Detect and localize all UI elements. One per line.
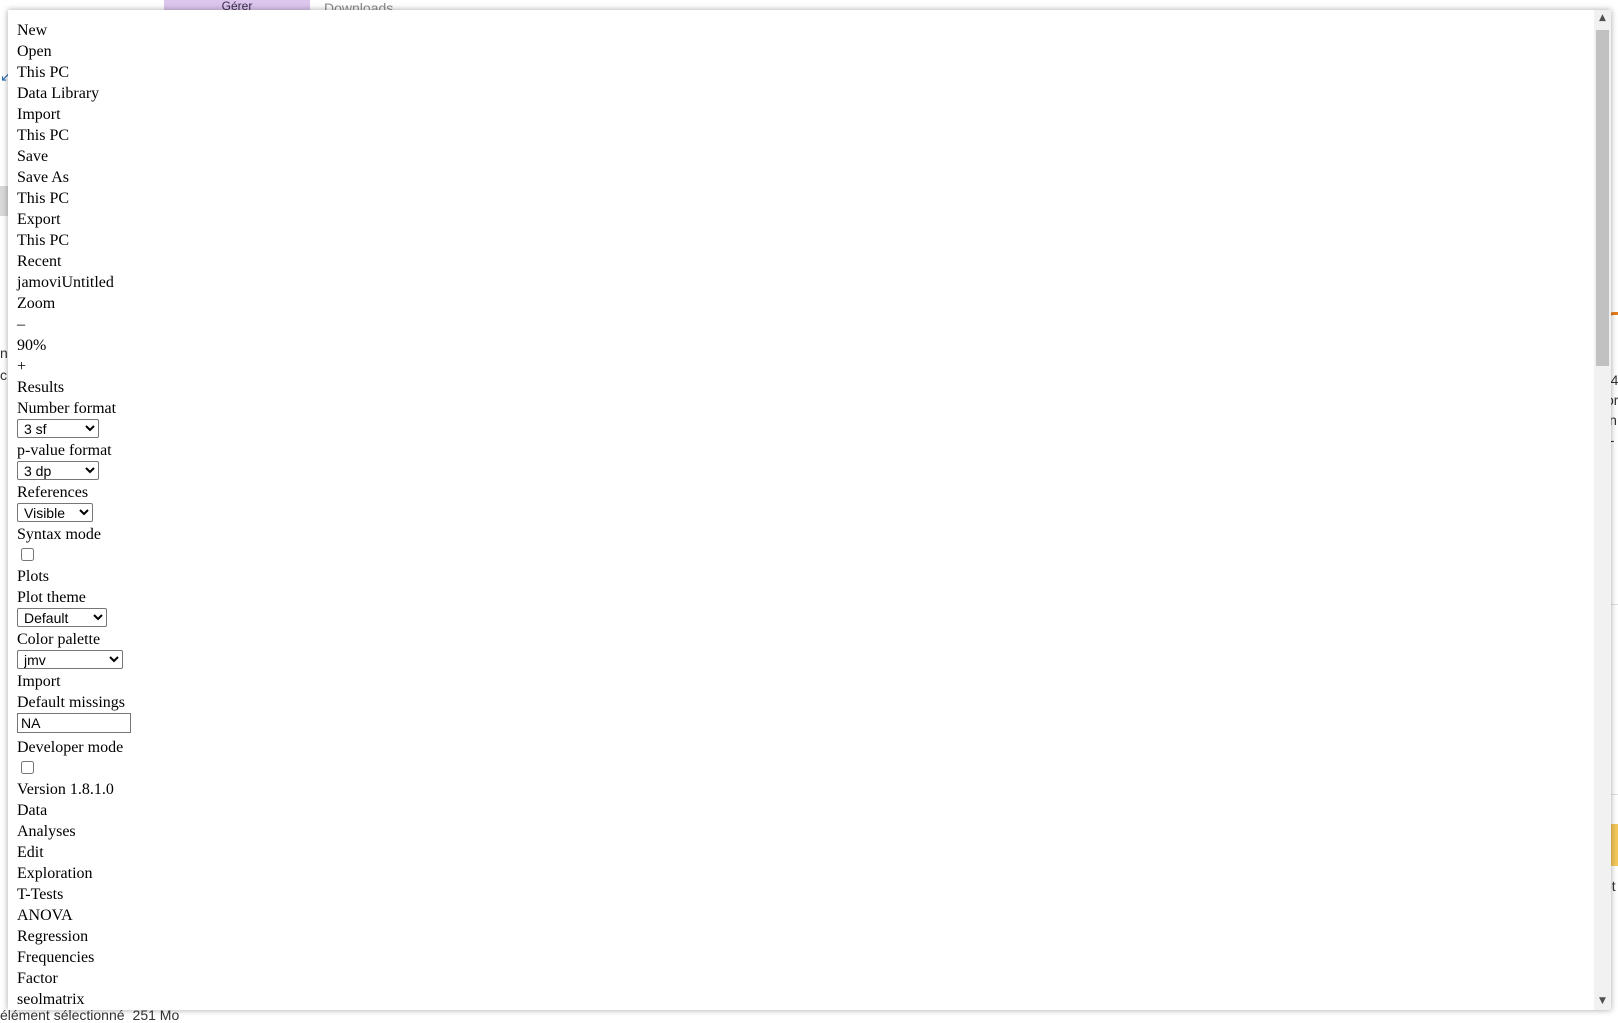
import-heading: Import xyxy=(17,673,61,690)
scroll-down-icon[interactable]: ▼ xyxy=(1594,993,1611,1010)
references-row: Visible xyxy=(17,503,1577,524)
default-missings-input[interactable] xyxy=(17,713,131,733)
zoom-value: 90% xyxy=(17,337,47,354)
pvalue-format-label: p-value format xyxy=(17,442,112,459)
version-text: Version 1.8.1.0 xyxy=(17,781,114,798)
plot-theme-label: Plot theme xyxy=(17,589,86,606)
menu-new[interactable]: New xyxy=(17,20,1577,41)
number-format-select[interactable]: 3 sf xyxy=(17,419,99,438)
popup-content: New Open This PC Data Library Import Thi… xyxy=(17,20,1577,1010)
plots-heading: Plots xyxy=(17,568,50,585)
menu-import-this-pc[interactable]: This PC xyxy=(17,125,1577,146)
syntax-mode-checkbox[interactable] xyxy=(21,548,34,561)
color-palette-row: jmv xyxy=(17,650,1577,671)
menu-open-data-library[interactable]: Data Library xyxy=(17,83,1577,104)
menu-save[interactable]: Save xyxy=(17,146,1577,167)
analysis-ttests[interactable]: T-Tests xyxy=(17,884,1577,905)
default-missings-label: Default missings xyxy=(17,694,125,711)
popup-window: New Open This PC Data Library Import Thi… xyxy=(8,10,1611,1010)
plot-theme-select[interactable]: Default xyxy=(17,608,107,627)
analysis-factor[interactable]: Factor xyxy=(17,968,1577,989)
analysis-anova[interactable]: ANOVA xyxy=(17,905,1577,926)
vertical-scrollbar[interactable]: ▲ ▼ xyxy=(1594,10,1611,1010)
pvalue-format-select[interactable]: 3 dp xyxy=(17,461,99,480)
window-title-downloads: Downloads xyxy=(324,0,394,10)
number-format-label: Number format xyxy=(17,400,117,417)
menu-save-as-this-pc[interactable]: This PC xyxy=(17,188,1577,209)
sidebar-text-fragment: nc c xyxy=(0,345,8,383)
developer-mode-row xyxy=(17,758,1577,779)
back-arrow-icon[interactable]: ↙ xyxy=(0,68,8,84)
zoom-out-button[interactable]: – xyxy=(17,314,1577,335)
plot-theme-row: Default xyxy=(17,608,1577,629)
syntax-mode-label: Syntax mode xyxy=(17,526,101,543)
developer-mode-label: Developer mode xyxy=(17,739,124,756)
sidebar-selection xyxy=(0,186,8,216)
pvalue-format-row: 3 dp xyxy=(17,461,1577,482)
analysis-regression[interactable]: Regression xyxy=(17,926,1577,947)
menu-recent[interactable]: Recent xyxy=(17,251,1577,272)
analysis-frequencies[interactable]: Frequencies xyxy=(17,947,1577,968)
menu-import[interactable]: Import xyxy=(17,104,1577,125)
color-palette-select[interactable]: jmv xyxy=(17,650,123,669)
scroll-thumb[interactable] xyxy=(1596,30,1609,366)
status-bar: élément sélectionné 251 Mo xyxy=(0,1008,179,1023)
recent-item[interactable]: jamoviUntitled xyxy=(17,272,1577,293)
menu-export[interactable]: Export xyxy=(17,209,1577,230)
scroll-up-icon[interactable]: ▲ xyxy=(1594,10,1611,27)
color-palette-label: Color palette xyxy=(17,631,101,648)
zoom-label: Zoom xyxy=(17,295,56,312)
references-label: References xyxy=(17,484,89,501)
analysis-exploration[interactable]: Exploration xyxy=(17,863,1577,884)
tab-analyses[interactable]: Analyses xyxy=(17,821,1577,842)
developer-mode-checkbox[interactable] xyxy=(21,761,34,774)
menu-open-this-pc[interactable]: This PC xyxy=(17,62,1577,83)
references-select[interactable]: Visible xyxy=(17,503,93,522)
menu-export-this-pc[interactable]: This PC xyxy=(17,230,1577,251)
menu-open[interactable]: Open xyxy=(17,41,1577,62)
analysis-seolmatrix[interactable]: seolmatrix xyxy=(17,989,1577,1010)
results-heading: Results xyxy=(17,379,65,396)
zoom-in-button[interactable]: + xyxy=(17,356,1577,377)
default-missings-row xyxy=(17,713,1577,737)
tab-data[interactable]: Data xyxy=(17,800,1577,821)
syntax-mode-row xyxy=(17,545,1577,566)
number-format-row: 3 sf xyxy=(17,419,1577,440)
ribbon-tab-manage[interactable]: Gérer xyxy=(164,0,310,10)
menu-save-as[interactable]: Save As xyxy=(17,167,1577,188)
tab-edit[interactable]: Edit xyxy=(17,842,1577,863)
